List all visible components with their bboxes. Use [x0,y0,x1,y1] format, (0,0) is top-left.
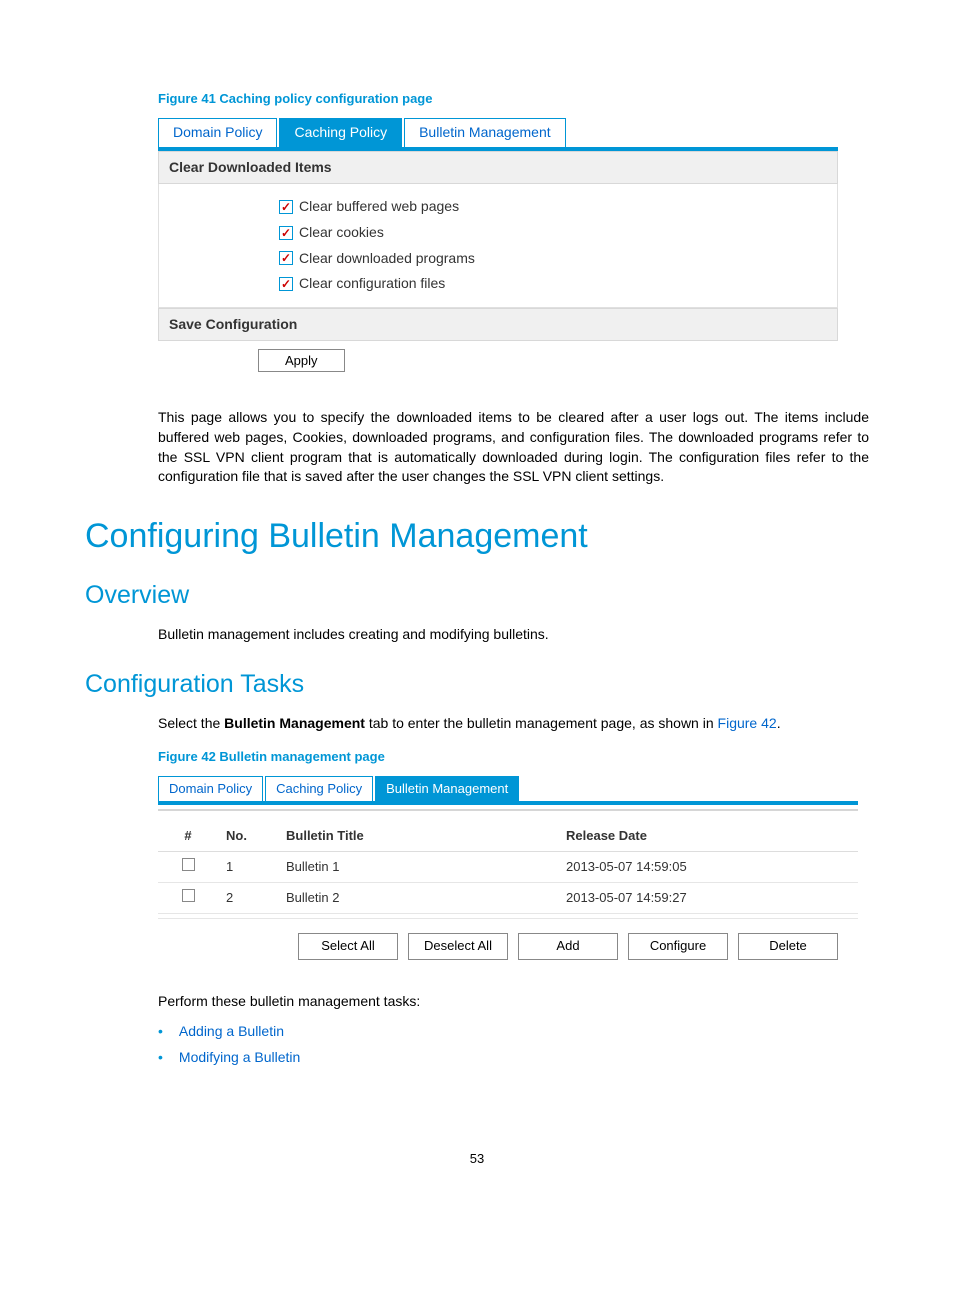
tasks-intro-bold: Bulletin Management [224,715,365,731]
tasks-intro-post: tab to enter the bulletin management pag… [365,715,718,731]
col-header-title: Bulletin Title [278,821,558,852]
figure-41: Domain Policy Caching Policy Bulletin Ma… [85,118,869,380]
checkbox-clear-programs[interactable]: ✓ [279,251,293,265]
row-checkbox-1[interactable] [182,858,195,871]
overview-paragraph: Bulletin management includes creating an… [85,625,869,645]
tasks-intro-paragraph: Select the Bulletin Management tab to en… [85,714,869,734]
table-row: 2 Bulletin 2 2013-05-07 14:59:27 [158,883,858,914]
figure-42-link[interactable]: Figure 42 [718,715,777,731]
row-2-no: 2 [218,883,278,914]
checkbox-clear-pages[interactable]: ✓ [279,200,293,214]
section-save-config-header: Save Configuration [158,308,838,342]
checkbox-clear-cookies-label: Clear cookies [299,223,384,243]
row-2-date: 2013-05-07 14:59:27 [558,883,858,914]
tasks-after-paragraph: Perform these bulletin management tasks: [85,992,869,1012]
row-1-date: 2013-05-07 14:59:05 [558,852,858,883]
row-1-no: 1 [218,852,278,883]
task-list: Adding a Bulletin Modifying a Bulletin [85,1019,869,1070]
heading-overview: Overview [85,578,869,613]
section-clear-downloaded-header: Clear Downloaded Items [158,151,838,185]
configure-button[interactable]: Configure [628,933,728,959]
row-2-title: Bulletin 2 [278,883,558,914]
delete-button[interactable]: Delete [738,933,838,959]
checkbox-clear-config-label: Clear configuration files [299,274,445,294]
checkbox-clear-config[interactable]: ✓ [279,277,293,291]
caching-description-paragraph: This page allows you to specify the down… [85,408,869,486]
add-button[interactable]: Add [518,933,618,959]
table-row: 1 Bulletin 1 2013-05-07 14:59:05 [158,852,858,883]
figure-41-caption: Figure 41 Caching policy configuration p… [85,90,869,108]
col-header-no: No. [218,821,278,852]
bulletin-table: # No. Bulletin Title Release Date 1 Bull… [158,821,858,915]
checkbox-clear-programs-label: Clear downloaded programs [299,249,475,269]
tab-domain-policy-2[interactable]: Domain Policy [158,776,263,801]
checkmark-icon: ✓ [281,252,291,264]
deselect-all-button[interactable]: Deselect All [408,933,508,959]
tab-domain-policy[interactable]: Domain Policy [158,118,277,147]
tab-bulletin-management-2[interactable]: Bulletin Management [375,776,519,801]
adding-bulletin-link[interactable]: Adding a Bulletin [179,1022,284,1042]
row-1-title: Bulletin 1 [278,852,558,883]
list-item: Adding a Bulletin [158,1019,869,1045]
select-all-button[interactable]: Select All [298,933,398,959]
checkbox-clear-pages-label: Clear buffered web pages [299,197,459,217]
apply-button[interactable]: Apply [258,349,345,372]
modifying-bulletin-link[interactable]: Modifying a Bulletin [179,1048,300,1068]
tasks-intro-pre: Select the [158,715,224,731]
tab-caching-policy-2[interactable]: Caching Policy [265,776,373,801]
section-clear-downloaded-body: ✓ Clear buffered web pages ✓ Clear cooki… [158,184,838,307]
checkmark-icon: ✓ [281,227,291,239]
list-item: Modifying a Bulletin [158,1045,869,1071]
page-number: 53 [85,1150,869,1168]
col-header-date: Release Date [558,821,858,852]
row-checkbox-2[interactable] [182,889,195,902]
heading-configuring-bulletin: Configuring Bulletin Management [85,513,869,561]
heading-configuration-tasks: Configuration Tasks [85,667,869,702]
tab-caching-policy[interactable]: Caching Policy [279,118,402,147]
checkmark-icon: ✓ [281,201,291,213]
checkmark-icon: ✓ [281,278,291,290]
figure-42-caption: Figure 42 Bulletin management page [85,748,869,766]
figure-42: Domain Policy Caching Policy Bulletin Ma… [85,776,869,960]
tab-bulletin-management[interactable]: Bulletin Management [404,118,566,147]
checkbox-clear-cookies[interactable]: ✓ [279,226,293,240]
col-header-hash: # [158,821,218,852]
